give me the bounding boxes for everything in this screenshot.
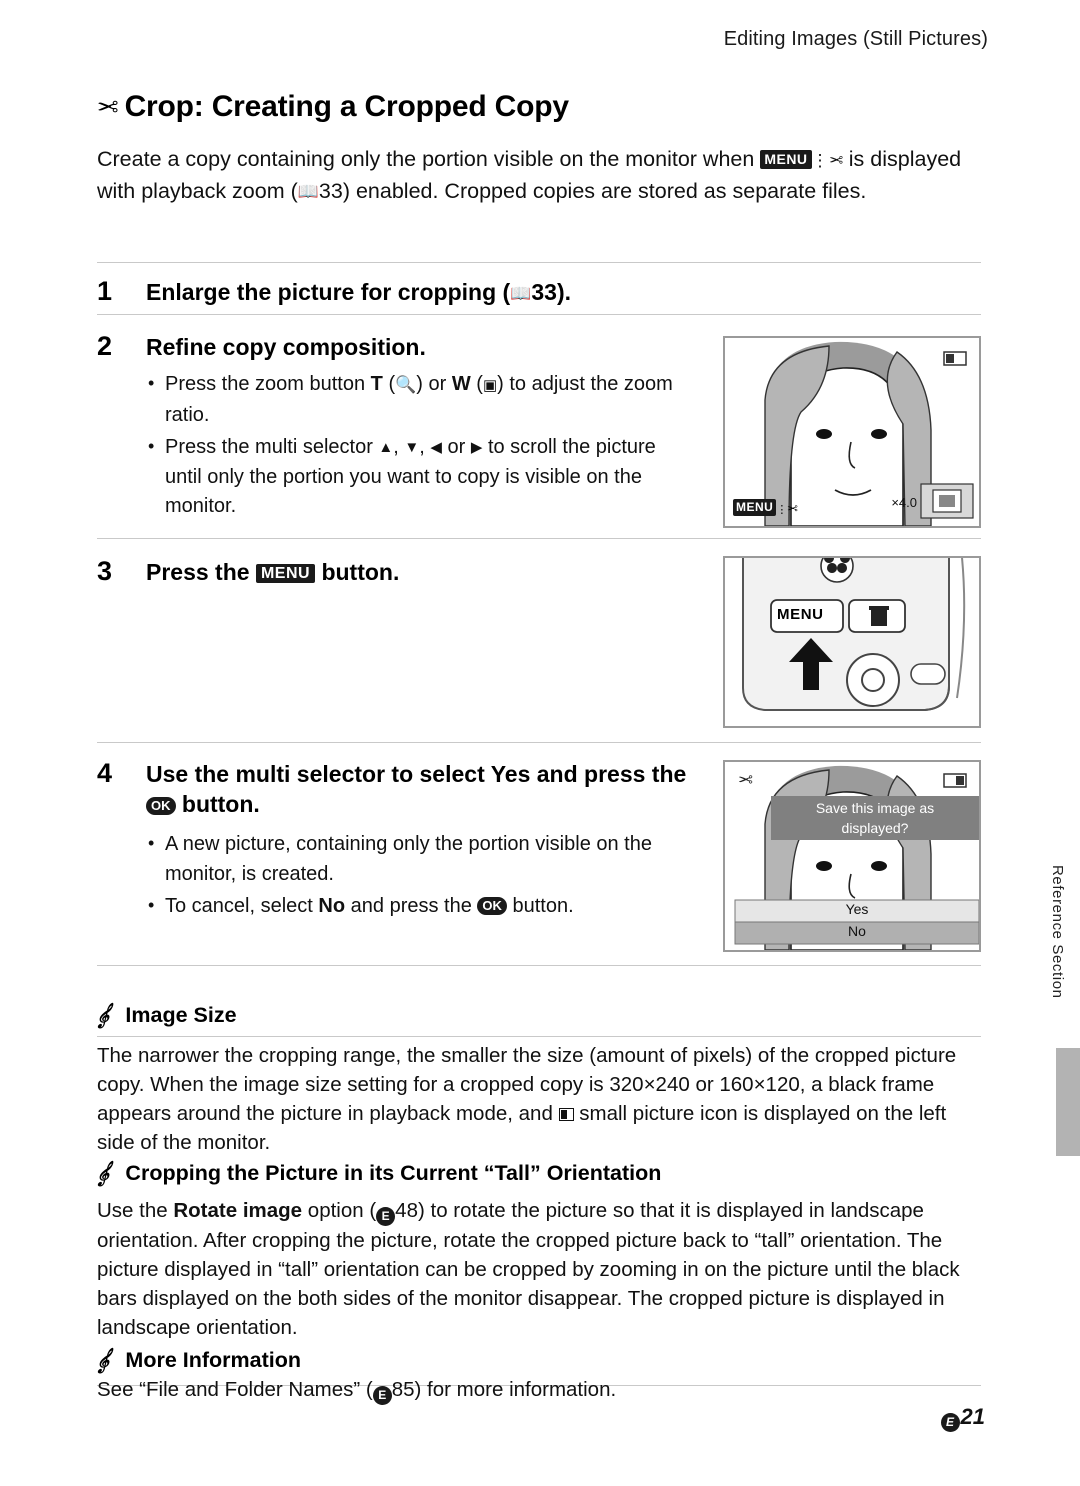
note-heading-text: Cropping the Picture in its Current “Tal… (125, 1161, 662, 1185)
running-head: Editing Images (Still Pictures) (723, 28, 988, 50)
menu-icon: MENU (733, 499, 777, 516)
divider-2 (97, 314, 981, 315)
e-ref-icon: E (940, 1413, 960, 1432)
step-1-text-a: Enlarge the picture for cropping ( (146, 279, 511, 305)
note-heading-more-information: 𝄞 More Information (94, 1348, 302, 1373)
step-1-text: Enlarge the picture for cropping (📖33). (146, 277, 706, 309)
camera-menu-button-label: MENU (777, 606, 824, 623)
step-4-yes: Yes (490, 761, 531, 787)
step-2-text: Refine copy composition. (146, 334, 426, 360)
side-tab-reference-section: Reference Section (1049, 865, 1066, 999)
page-title-text: Crop: Creating a Cropped Copy (124, 90, 569, 123)
camera-back-artwork (725, 558, 979, 726)
step-3-text-b: button. (315, 559, 400, 585)
page-title: ✂ Crop: Creating a Cropped Copy (97, 90, 569, 124)
note-heading-tall-orientation: 𝄞 Cropping the Picture in its Current “Ta… (94, 1161, 987, 1186)
intro-line1b: is (842, 147, 865, 171)
step-4-text-c: button. (175, 791, 260, 817)
pencil-icon: 𝄞 (94, 1349, 112, 1372)
menu-icon: MENU (255, 564, 316, 583)
side-thumb-index (1056, 1048, 1080, 1156)
divider-3 (97, 538, 981, 539)
list-item: Press the multi selector ▲, ▼, ◀ or ▶ to… (146, 432, 691, 522)
note-heading-image-size: 𝄞 Image Size (94, 1003, 237, 1028)
figure-camera-back: MENU (723, 556, 981, 728)
manual-ref-icon-2: 📖 (510, 284, 532, 303)
manual-ref-icon: 📖 (297, 182, 319, 201)
confirm-message-line2: displayed? (841, 820, 909, 836)
list-item: To cancel, select No and press the OK bu… (146, 891, 716, 922)
divider-6 (97, 1036, 981, 1037)
note-heading-text: Image Size (125, 1003, 237, 1027)
monitor-menu-badge: MENU ⋮✂ (733, 499, 798, 518)
step-3-number: 3 (97, 556, 113, 586)
note-heading-text: More Information (125, 1348, 302, 1372)
step-1-ref: 33). (531, 279, 572, 305)
page: Editing Images (Still Pictures) ✂ Crop: C… (0, 0, 1080, 1486)
step-2-number: 2 (97, 331, 113, 361)
ok-icon: OK (146, 797, 176, 815)
step-1-number: 1 (97, 276, 113, 306)
step-3-text: Press the MENU button. (146, 557, 686, 587)
divider-1 (97, 262, 981, 263)
ok-icon: OK (477, 897, 507, 915)
page-number: E 21 (940, 1404, 985, 1432)
intro-line3: separate files. (732, 179, 867, 203)
step-4-number: 4 (97, 758, 113, 788)
monitor-zoom-label: ×4.0 (891, 495, 917, 510)
intro-paragraph: Create a copy containing only the portio… (97, 144, 981, 207)
divider-4 (97, 742, 981, 743)
pencil-icon: 𝄞 (94, 1004, 112, 1027)
pencil-icon: 𝄞 (94, 1162, 112, 1185)
confirm-option-yes[interactable]: Yes (735, 901, 979, 917)
confirm-message-line1: Save this image as (815, 800, 935, 816)
list-item: Press the zoom button T (🔍) or W (▣) to … (146, 369, 691, 430)
list-item: A new picture, containing only the porti… (146, 829, 716, 889)
figure-monitor-crop: MENU ⋮✂ ×4.0 (723, 336, 981, 528)
note-body-image-size: The narrower the cropping range, the sma… (97, 1044, 957, 1154)
step-4-text-a: Use the multi selector to select (146, 761, 491, 787)
confirm-option-no[interactable]: No (735, 923, 979, 939)
menu-scissors-icon: MENU (760, 150, 812, 169)
e-ref-icon: E (376, 1207, 396, 1226)
step-2-bullets: Press the zoom button T (🔍) or W (▣) to … (146, 369, 691, 525)
scissors-icon: ✂ (97, 92, 119, 122)
intro-line1a: Create a copy containing only the portio… (97, 147, 761, 171)
figure-confirm-dialog: ✂ Save this image as displayed? Yes No (723, 760, 981, 952)
page-number-value: 21 (960, 1404, 985, 1429)
confirm-message: Save this image as displayed? (773, 798, 977, 838)
intro-ref1: 33) enabled. Cropped copies are stored a… (318, 179, 727, 203)
step-4-bullets: A new picture, containing only the porti… (146, 829, 716, 925)
note-body-tall-orientation: Use the Rotate image option (E 48) to rot… (97, 1199, 960, 1339)
step-4-text: Use the multi selector to select Yes and… (146, 759, 706, 819)
step-3-text-a: Press the (146, 559, 256, 585)
note-body-more-information: See “File and Folder Names” (E 85) for mo… (97, 1375, 983, 1405)
e-ref-icon: E (372, 1386, 392, 1405)
step-4-text-b: and press the (530, 761, 687, 787)
divider-5 (97, 965, 981, 966)
svg-text:✂: ✂ (738, 770, 753, 791)
confirm-dialog-artwork: ✂ (725, 762, 979, 950)
monitor-crop-artwork (725, 338, 979, 526)
